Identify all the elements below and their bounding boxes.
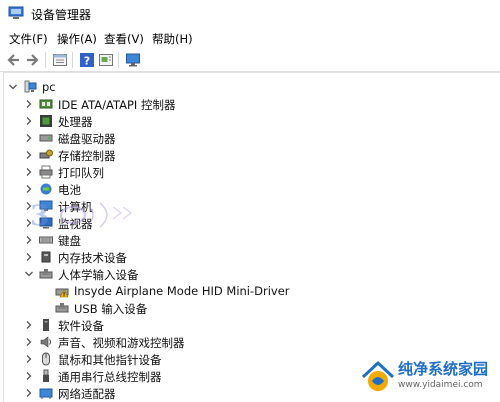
menu-bar: 文件(F) 操作(A) 查看(V) 帮助(H) (0, 29, 500, 49)
chevron-right-icon[interactable] (24, 116, 34, 126)
toolbar-separator (45, 52, 46, 68)
svg-text:?: ? (84, 55, 90, 68)
battery-icon (40, 183, 52, 195)
tree-child-label: Insyde Airplane Mode HID Mini-Driver (74, 284, 290, 298)
menu-action[interactable]: 操作(A) (57, 31, 97, 47)
hid-icon (39, 269, 53, 279)
tree-item-disk-drives[interactable]: 磁盘驱动器 (4, 130, 494, 147)
network-adapter-icon (39, 388, 53, 399)
toolbar: ? (0, 49, 500, 72)
monitor-icon[interactable] (125, 52, 141, 68)
logo-url: www.yidaimei.com (398, 380, 483, 390)
chevron-right-icon[interactable] (24, 150, 34, 160)
chevron-right-icon[interactable] (24, 337, 34, 347)
tree-item-label: 人体学输入设备 (58, 268, 139, 282)
tree-item-label: 键盘 (58, 234, 81, 248)
chevron-down-icon[interactable] (24, 269, 34, 279)
chevron-right-icon[interactable] (24, 252, 34, 262)
update-driver-icon[interactable] (98, 52, 114, 68)
tree-item-memory-technology-devices[interactable]: 内存技术设备 (4, 249, 494, 266)
ide-controller-icon (39, 99, 53, 109)
memory-icon (41, 251, 51, 263)
tree-item-label: 通用串行总线控制器 (58, 370, 162, 384)
properties-icon[interactable] (52, 52, 68, 68)
tree-item-keyboards[interactable]: 键盘 (4, 232, 494, 249)
chevron-right-icon[interactable] (24, 184, 34, 194)
window-title: 设备管理器 (31, 8, 92, 22)
menu-view[interactable]: 查看(V) (104, 31, 144, 47)
menu-help[interactable]: 帮助(H) (152, 31, 193, 47)
device-manager-app-icon (8, 6, 24, 19)
toolbar-separator (72, 52, 73, 68)
usb-icon (43, 369, 49, 382)
chevron-right-icon[interactable] (24, 99, 34, 109)
site-logo: 纯净系统家园 www.yidaimei.com (358, 355, 498, 401)
chevron-right-icon[interactable] (24, 133, 34, 143)
chevron-right-icon[interactable] (24, 201, 34, 211)
chevron-right-icon[interactable] (24, 354, 34, 364)
tree-item-label: 打印队列 (58, 166, 104, 180)
tree-item-label: 软件设备 (58, 319, 104, 333)
device-tree: pc IDE ATA/ATAPI 控制器 处理器 磁盘驱动器 存储控制器 打印队… (3, 72, 500, 402)
forward-icon[interactable] (24, 52, 40, 68)
software-device-icon (43, 319, 49, 331)
logo-name: 纯净系统家园 (398, 360, 489, 378)
logo-house-icon (361, 360, 395, 391)
tree-item-label: 磁盘驱动器 (58, 132, 116, 146)
mouse-icon (42, 352, 50, 366)
tree-item-computer[interactable]: 计算机 (4, 198, 494, 215)
hid-warning-icon (55, 288, 69, 298)
chevron-right-icon[interactable] (24, 320, 34, 330)
menu-file[interactable]: 文件(F) (9, 31, 48, 47)
tree-item-storage-controllers[interactable]: 存储控制器 (4, 147, 494, 164)
chevron-right-icon[interactable] (24, 235, 34, 245)
disk-drive-icon (39, 134, 53, 142)
tree-child-usb-input-device[interactable]: USB 输入设备 (4, 300, 494, 317)
tree-item-monitors[interactable]: 监视器 (4, 215, 494, 232)
tree-item-label: 电池 (58, 183, 81, 197)
tree-item-label: 声音、视频和游戏控制器 (58, 336, 185, 350)
tree-item-print-queues[interactable]: 打印队列 (4, 164, 494, 181)
tree-item-label: 处理器 (58, 115, 93, 129)
processor-icon (40, 115, 52, 127)
back-icon[interactable] (6, 52, 22, 68)
tree-child-insyde-airplane-mode[interactable]: Insyde Airplane Mode HID Mini-Driver (4, 283, 494, 300)
tree-item-label: 网络适配器 (58, 387, 116, 401)
chevron-down-icon[interactable] (8, 82, 18, 92)
tree-item-processor[interactable]: 处理器 (4, 113, 494, 130)
toolbar-separator (118, 52, 119, 68)
sound-icon (40, 336, 51, 348)
chevron-right-icon[interactable] (24, 371, 34, 381)
tree-item-label: 内存技术设备 (58, 251, 127, 265)
tree-root-label: pc (42, 80, 56, 94)
help-icon[interactable]: ? (79, 52, 95, 68)
monitor-icon (39, 217, 53, 229)
tree-item-human-interface-devices[interactable]: 人体学输入设备 (4, 266, 494, 283)
chevron-right-icon[interactable] (24, 388, 34, 398)
computer-icon (39, 200, 53, 211)
chevron-right-icon[interactable] (24, 167, 34, 177)
storage-controller-icon (39, 149, 53, 159)
tree-item-label: IDE ATA/ATAPI 控制器 (58, 98, 176, 112)
tree-root-pc[interactable]: pc (4, 79, 494, 96)
tree-item-label: 监视器 (58, 217, 93, 231)
hid-device-icon (55, 303, 69, 313)
keyboard-icon (39, 236, 53, 244)
computer-icon (24, 80, 37, 93)
tree-item-ide[interactable]: IDE ATA/ATAPI 控制器 (4, 96, 494, 113)
tree-item-sound-video-game[interactable]: 声音、视频和游戏控制器 (4, 334, 494, 351)
title-bar: 设备管理器 (0, 0, 500, 28)
tree-child-label: USB 输入设备 (74, 302, 148, 316)
chevron-right-icon[interactable] (24, 218, 34, 228)
tree-item-software-devices[interactable]: 软件设备 (4, 317, 494, 334)
tree-item-label: 鼠标和其他指针设备 (58, 353, 162, 367)
tree-item-batteries[interactable]: 电池 (4, 181, 494, 198)
printer-icon (39, 165, 53, 179)
tree-item-label: 存储控制器 (58, 149, 116, 163)
tree-item-label: 计算机 (58, 200, 93, 214)
